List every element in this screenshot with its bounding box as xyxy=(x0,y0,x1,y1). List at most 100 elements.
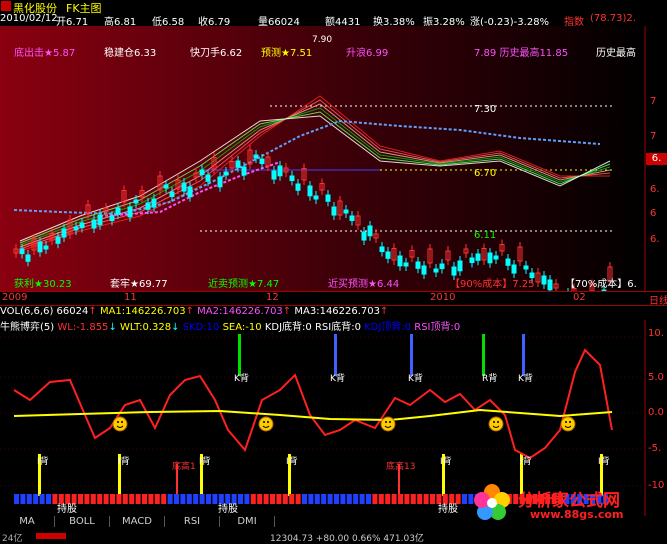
label-trapped: 套牢★69.77 xyxy=(110,279,168,290)
smiley-face xyxy=(258,416,274,432)
stock-icon xyxy=(1,1,11,11)
candle-body xyxy=(163,184,169,189)
period-label[interactable]: 日线 xyxy=(649,292,667,307)
candle-body xyxy=(55,236,61,244)
candle-body xyxy=(205,174,211,182)
candle-body xyxy=(367,225,373,237)
smiley-face xyxy=(112,416,128,432)
label-level-790: 7.90 xyxy=(312,35,333,45)
tab-dmi[interactable]: DMI xyxy=(220,516,275,527)
candle-body xyxy=(79,222,85,229)
position-block xyxy=(250,494,256,504)
candle-body xyxy=(73,226,79,231)
candle-body xyxy=(25,254,31,262)
position-block xyxy=(116,494,122,504)
candle-body xyxy=(271,170,277,180)
ma2: MA2:146226.703 xyxy=(197,306,283,317)
position-block xyxy=(14,494,19,504)
tab-rsi[interactable]: RSI xyxy=(165,516,220,527)
smiley-face xyxy=(380,416,396,432)
position-block xyxy=(378,494,384,504)
candle-body xyxy=(475,253,481,261)
price-tick: 6. xyxy=(650,184,660,195)
label-near-buy: 近买预测★6.44 xyxy=(328,279,400,290)
position-block xyxy=(404,494,410,504)
top-signal-bar xyxy=(522,334,525,376)
position-block xyxy=(154,494,160,504)
label-history-high: 7.89 历史最高11.85 xyxy=(474,48,569,59)
position-block xyxy=(353,494,359,504)
candle-body xyxy=(415,261,421,269)
quote-date: 2010/02/12 xyxy=(0,13,58,24)
candle-body xyxy=(169,191,175,198)
ma3: MA3:146226.703 xyxy=(294,306,381,317)
date-label: 11 xyxy=(124,292,137,303)
candle-body xyxy=(385,251,391,259)
position-block xyxy=(174,494,179,504)
candle-body xyxy=(511,264,517,274)
sea-value: SEA:-10 xyxy=(222,322,262,333)
index-value: (78.73)2. xyxy=(590,13,636,24)
position-block xyxy=(321,494,327,504)
candle-body xyxy=(217,176,223,188)
position-block xyxy=(372,494,378,504)
label-near-sell: 近卖预测★7.47 xyxy=(208,279,280,290)
smiley-icon xyxy=(258,416,274,432)
position-block xyxy=(167,494,173,504)
position-block xyxy=(346,494,352,504)
candlestick-chart[interactable] xyxy=(0,26,646,291)
position-block xyxy=(302,494,307,504)
date-label: 02 xyxy=(573,292,586,303)
tab-ma[interactable]: MA xyxy=(0,516,55,527)
position-block xyxy=(417,494,423,504)
candle-body xyxy=(493,255,499,260)
candle-body xyxy=(505,258,511,266)
top-signal-bar xyxy=(238,334,241,376)
position-block xyxy=(186,494,192,504)
candle-body xyxy=(235,160,241,168)
top-signal-bar xyxy=(410,334,413,376)
candle-body xyxy=(295,183,301,191)
candle-body xyxy=(199,169,205,176)
candle-body xyxy=(37,241,43,253)
status-market: 12304.73 +80.00 0.66% 471.03亿 xyxy=(270,534,424,544)
candle-body xyxy=(151,198,157,208)
label-rise-cross: 升浪6.99 xyxy=(346,48,389,59)
position-block xyxy=(193,494,199,504)
candle-body xyxy=(541,275,547,285)
position-block xyxy=(180,494,186,504)
position-block xyxy=(359,494,365,504)
wl-value: WL:-1.855 xyxy=(57,322,109,333)
r-top-marker: R背 xyxy=(482,374,498,384)
candle-body xyxy=(43,245,49,250)
top-signal-bar xyxy=(482,334,485,376)
status-bar: 24亿 12304.73 +80.00 0.66% 471.03亿 xyxy=(0,531,667,544)
position-block xyxy=(295,494,301,504)
i-bottom-marker: I背 xyxy=(37,457,49,467)
kdj-bottom: KDJ底背:0 xyxy=(264,322,312,333)
candle-body xyxy=(379,246,385,253)
tab-boll[interactable]: BOLL xyxy=(55,516,110,527)
candle-body xyxy=(97,214,103,226)
position-block xyxy=(276,494,282,504)
candle-body xyxy=(109,215,115,222)
smiley-eye xyxy=(121,421,123,423)
candle-body xyxy=(313,195,319,200)
smiley-icon xyxy=(560,416,576,432)
candle-body xyxy=(343,209,349,214)
tab-macd[interactable]: MACD xyxy=(110,516,165,527)
position-block xyxy=(90,494,96,504)
smiley-eye xyxy=(565,421,567,423)
candle-body xyxy=(223,171,229,176)
indicator-name[interactable]: 牛熊博弈(5) xyxy=(0,322,54,333)
position-block xyxy=(308,494,314,504)
position-block xyxy=(103,494,109,504)
candle-body xyxy=(187,186,193,198)
candle-body xyxy=(289,175,295,182)
smiley-icon xyxy=(112,416,128,432)
k-top-marker: K背 xyxy=(234,374,249,384)
position-block xyxy=(238,494,243,504)
candle-body xyxy=(361,231,367,241)
date-label: 2010 xyxy=(430,292,456,303)
position-block xyxy=(423,494,429,504)
